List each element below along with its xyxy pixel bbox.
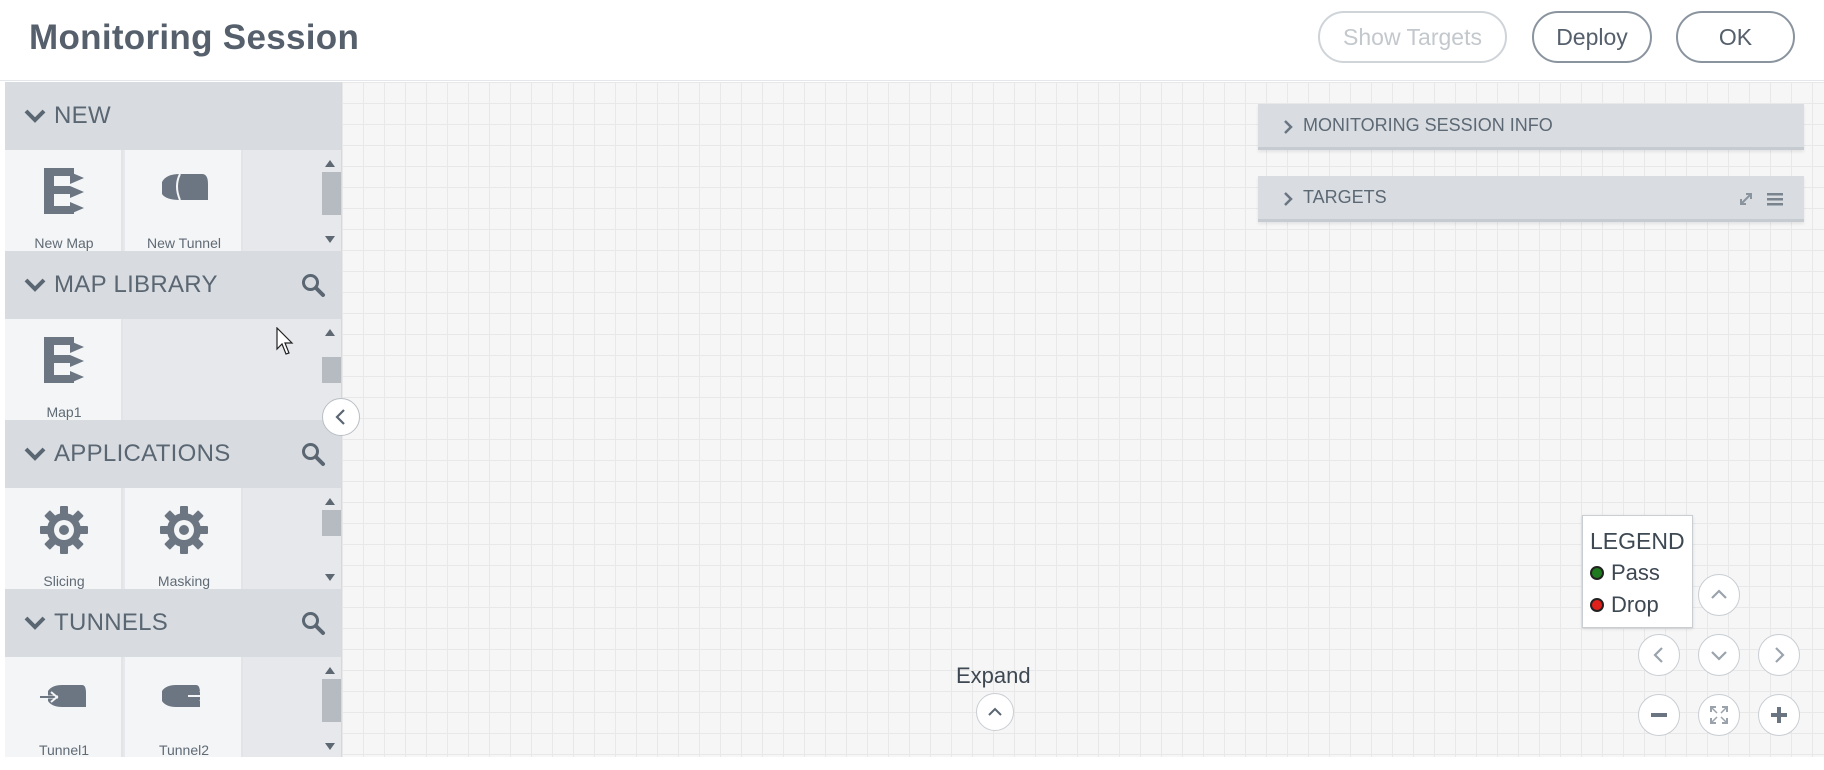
section-title: MAP LIBRARY — [54, 271, 218, 298]
expand-label: Expand — [956, 663, 1031, 688]
chevron-down-icon — [24, 278, 46, 292]
tunnel-icon — [162, 173, 208, 201]
section-body-tunnels: Tunnel1 Tunnel2 — [5, 657, 341, 757]
chevron-down-icon — [24, 616, 46, 630]
panel-title: TARGETS — [1303, 187, 1387, 207]
section-title: NEW — [54, 102, 111, 129]
pan-right-button[interactable] — [1758, 634, 1800, 676]
section-header-tunnels[interactable]: TUNNELS — [5, 589, 341, 657]
pass-dot-icon — [1590, 566, 1604, 580]
section-header-applications[interactable]: APPLICATIONS — [5, 420, 341, 488]
section-title: TUNNELS — [54, 609, 169, 636]
header: Monitoring Session Show Targets Deploy O… — [0, 0, 1824, 81]
minus-icon — [1651, 713, 1667, 717]
legend-title: LEGEND — [1590, 528, 1685, 554]
section-body-new: New Map New Tunnel — [5, 150, 341, 251]
scroll-up-arrow[interactable] — [325, 160, 335, 167]
chevron-left-icon — [335, 409, 345, 425]
gear-icon — [40, 506, 88, 554]
targets-panel[interactable]: TARGETS — [1258, 176, 1804, 222]
scrollbar[interactable] — [318, 488, 341, 589]
plus-icon — [1771, 707, 1787, 723]
scroll-up-arrow[interactable] — [325, 498, 335, 505]
chevron-up-icon — [1711, 589, 1727, 599]
new-tunnel-tile[interactable]: New Tunnel — [125, 150, 243, 251]
zoom-out-button[interactable] — [1638, 694, 1680, 736]
tile-label: Tunnel1 — [38, 742, 90, 757]
scroll-thumb[interactable] — [322, 510, 341, 536]
search-icon[interactable] — [300, 272, 326, 298]
tile-label: New Map — [34, 235, 94, 251]
scrollbar[interactable] — [318, 657, 341, 757]
scroll-thumb[interactable] — [322, 679, 341, 722]
scroll-thumb[interactable] — [322, 357, 341, 383]
map1-tile[interactable]: Map1 — [5, 319, 123, 420]
legend-label: Drop — [1611, 592, 1659, 617]
deploy-button[interactable]: Deploy — [1532, 11, 1652, 63]
search-icon[interactable] — [300, 610, 326, 636]
menu-icon[interactable] — [1766, 191, 1784, 207]
page-title: Monitoring Session — [29, 18, 360, 57]
chevron-right-icon — [1284, 120, 1293, 134]
scroll-down-arrow[interactable] — [325, 236, 335, 243]
section-title: APPLICATIONS — [54, 440, 231, 467]
tunnel1-tile[interactable]: Tunnel1 — [5, 657, 123, 757]
tile-label: Masking — [157, 573, 211, 589]
masking-tile[interactable]: Masking — [125, 488, 243, 589]
fit-screen-icon — [1710, 706, 1728, 724]
pan-down-button[interactable] — [1698, 634, 1740, 676]
tunnel-in-icon — [40, 685, 86, 707]
scroll-up-arrow[interactable] — [325, 329, 335, 336]
legend-item-pass: Pass — [1590, 560, 1660, 586]
legend-item-drop: Drop — [1590, 592, 1659, 618]
scroll-down-arrow[interactable] — [325, 574, 335, 581]
tile-label: Map1 — [46, 404, 82, 420]
section-header-map-library[interactable]: MAP LIBRARY — [5, 251, 341, 319]
chevron-right-icon — [1775, 647, 1785, 663]
expand-icon[interactable] — [1738, 191, 1754, 207]
tile-label: Tunnel2 — [158, 742, 210, 757]
tunnel2-tile[interactable]: Tunnel2 — [125, 657, 243, 757]
map-icon — [44, 337, 84, 383]
search-icon[interactable] — [300, 441, 326, 467]
mouse-cursor-icon — [276, 327, 294, 355]
scroll-thumb[interactable] — [322, 172, 341, 215]
slicing-tile[interactable]: Slicing — [5, 488, 123, 589]
scroll-down-arrow[interactable] — [325, 743, 335, 750]
scrollbar[interactable] — [318, 150, 341, 251]
map-icon — [44, 168, 84, 214]
pan-left-button[interactable] — [1638, 634, 1680, 676]
collapse-sidebar-button[interactable] — [322, 398, 360, 436]
zoom-in-button[interactable] — [1758, 694, 1800, 736]
tile-label: New Tunnel — [147, 235, 221, 251]
chevron-down-icon — [1711, 651, 1727, 661]
section-header-new[interactable]: NEW — [5, 82, 341, 150]
gear-icon — [160, 506, 208, 554]
sidebar: NEW New Map New Tunnel MAP LIBRARY Map1 — [5, 82, 342, 757]
chevron-left-icon — [1653, 647, 1663, 663]
panel-title: MONITORING SESSION INFO — [1303, 115, 1553, 135]
chevron-up-icon — [988, 707, 1002, 716]
pan-up-button[interactable] — [1698, 574, 1740, 616]
section-body-applications: Slicing Masking — [5, 488, 341, 589]
chevron-right-icon — [1284, 192, 1293, 206]
tile-label: Slicing — [43, 573, 85, 589]
tunnel-out-icon — [162, 685, 208, 707]
expand-button[interactable] — [976, 693, 1014, 731]
monitoring-session-info-panel[interactable]: MONITORING SESSION INFO — [1258, 104, 1804, 150]
legend-label: Pass — [1611, 560, 1660, 585]
show-targets-button[interactable]: Show Targets — [1318, 11, 1507, 63]
fit-to-screen-button[interactable] — [1698, 694, 1740, 736]
drop-dot-icon — [1590, 598, 1604, 612]
new-map-tile[interactable]: New Map — [5, 150, 123, 251]
scroll-up-arrow[interactable] — [325, 667, 335, 674]
legend: LEGEND Pass Drop — [1582, 515, 1693, 628]
chevron-down-icon — [24, 447, 46, 461]
chevron-down-icon — [24, 109, 46, 123]
ok-button[interactable]: OK — [1676, 11, 1795, 63]
